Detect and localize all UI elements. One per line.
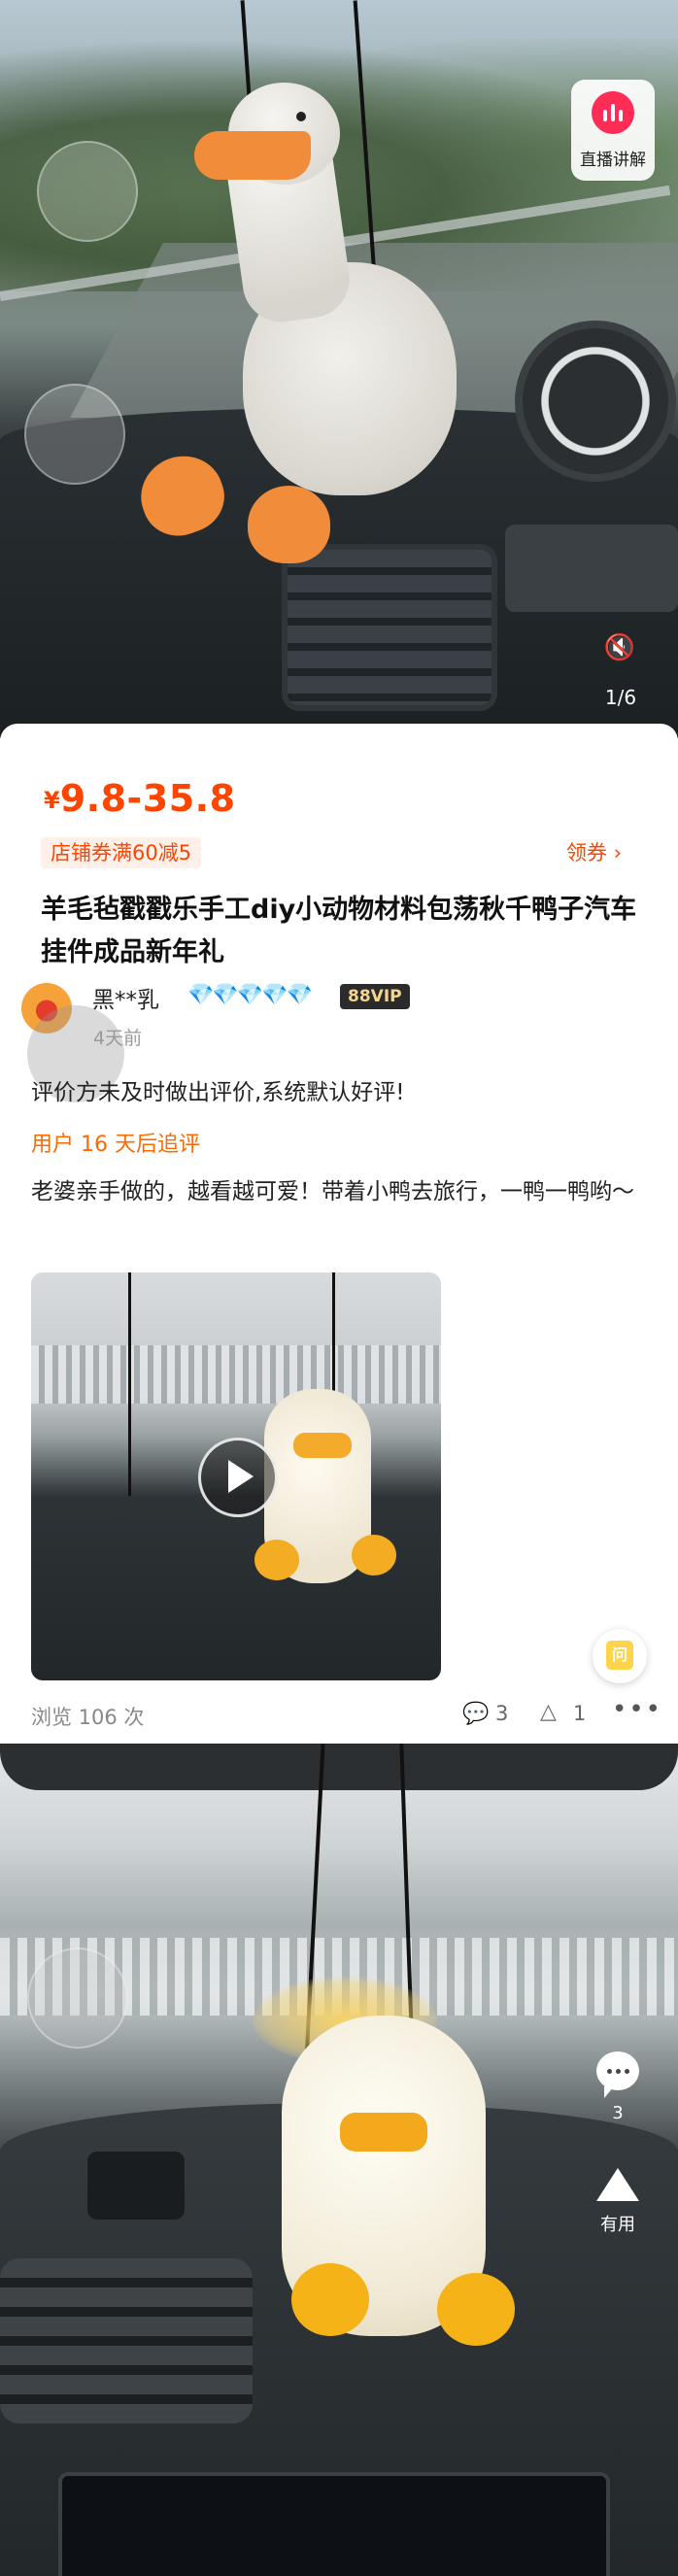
photo-dashcam xyxy=(87,2152,185,2220)
image-counter: 1/6 xyxy=(604,686,637,709)
useful-triangle-icon[interactable]: △ xyxy=(540,1700,557,1724)
photo-car-screen xyxy=(58,2472,610,2576)
hero-control-panel xyxy=(505,525,678,612)
useful-icon[interactable] xyxy=(596,2168,639,2201)
product-hero-image[interactable]: 直播讲解 🔇 1/6 xyxy=(0,0,678,738)
floating-bubble xyxy=(24,384,125,485)
mute-icon[interactable]: 🔇 xyxy=(600,633,639,672)
photo-duck-foot xyxy=(437,2273,515,2346)
side-comment-count: 3 xyxy=(612,2103,624,2123)
question-answer-icon[interactable]: 问 xyxy=(593,1629,647,1683)
photo-duck-beak xyxy=(340,2113,427,2152)
claim-coupon-link[interactable]: 领券 › xyxy=(566,837,622,868)
useful-count: 1 xyxy=(573,1702,587,1725)
comment-count: 3 xyxy=(495,1702,509,1725)
floating-bubble xyxy=(37,141,138,242)
currency-symbol: ¥ xyxy=(44,787,60,814)
review-photo[interactable] xyxy=(0,1744,678,2576)
review-time: 4天前 xyxy=(93,1028,143,1049)
comment-bubble-icon[interactable] xyxy=(596,2051,639,2098)
reviewer-name[interactable]: 黑**乳 xyxy=(92,981,159,1014)
price-range: 9.8-35.8 xyxy=(59,777,236,820)
review-text: 评价方未及时做出评价,系统默认好评! xyxy=(31,1080,405,1105)
view-count: 浏览 106 次 xyxy=(31,1706,145,1729)
rearview-mirror xyxy=(0,1744,678,1790)
more-options-icon[interactable]: ••• xyxy=(612,1695,662,1724)
vip-badge: 88VIP xyxy=(340,984,410,1009)
thumb-duck-foot xyxy=(352,1535,396,1576)
hero-speedometer xyxy=(515,321,676,482)
qa-icon-label: 问 xyxy=(606,1641,633,1670)
thumb-guardrail xyxy=(31,1345,441,1404)
product-title: 羊毛毡戳戳乐手工diy小动物材料包荡秋千鸭子汽车挂件成品新年礼 xyxy=(41,895,637,967)
photo-air-vent xyxy=(0,2258,253,2423)
play-icon[interactable] xyxy=(198,1438,278,1517)
duck-foot-right xyxy=(248,486,330,563)
thumb-duck-foot xyxy=(254,1540,299,1580)
diamond-level-icon: 💎💎💎💎💎 xyxy=(187,983,313,1007)
thumb-duck-beak xyxy=(293,1433,352,1458)
live-bars-icon xyxy=(592,91,634,134)
thumb-string xyxy=(128,1272,131,1496)
live-explain-button[interactable]: 直播讲解 xyxy=(571,80,655,181)
live-explain-label: 直播讲解 xyxy=(580,151,646,170)
duck-eye xyxy=(296,112,306,121)
hero-air-vent xyxy=(282,544,497,711)
floating-bubble xyxy=(27,1948,128,2049)
useful-label[interactable]: 有用 xyxy=(583,2211,653,2236)
followup-label: 用户 16 天后追评 xyxy=(31,1133,200,1157)
review-video-thumbnail[interactable] xyxy=(31,1272,441,1680)
store-coupon-badge[interactable]: 店铺券满60减5 xyxy=(41,837,202,868)
comment-icon[interactable]: 💬 xyxy=(462,1702,489,1726)
price: ¥9.8-35.8 xyxy=(44,777,236,820)
photo-duck-foot xyxy=(291,2263,369,2336)
followup-text: 老婆亲手做的，越看越可爱！带着小鸭去旅行，一鸭一鸭哟～ xyxy=(31,1179,634,1204)
duck-beak xyxy=(194,131,311,180)
